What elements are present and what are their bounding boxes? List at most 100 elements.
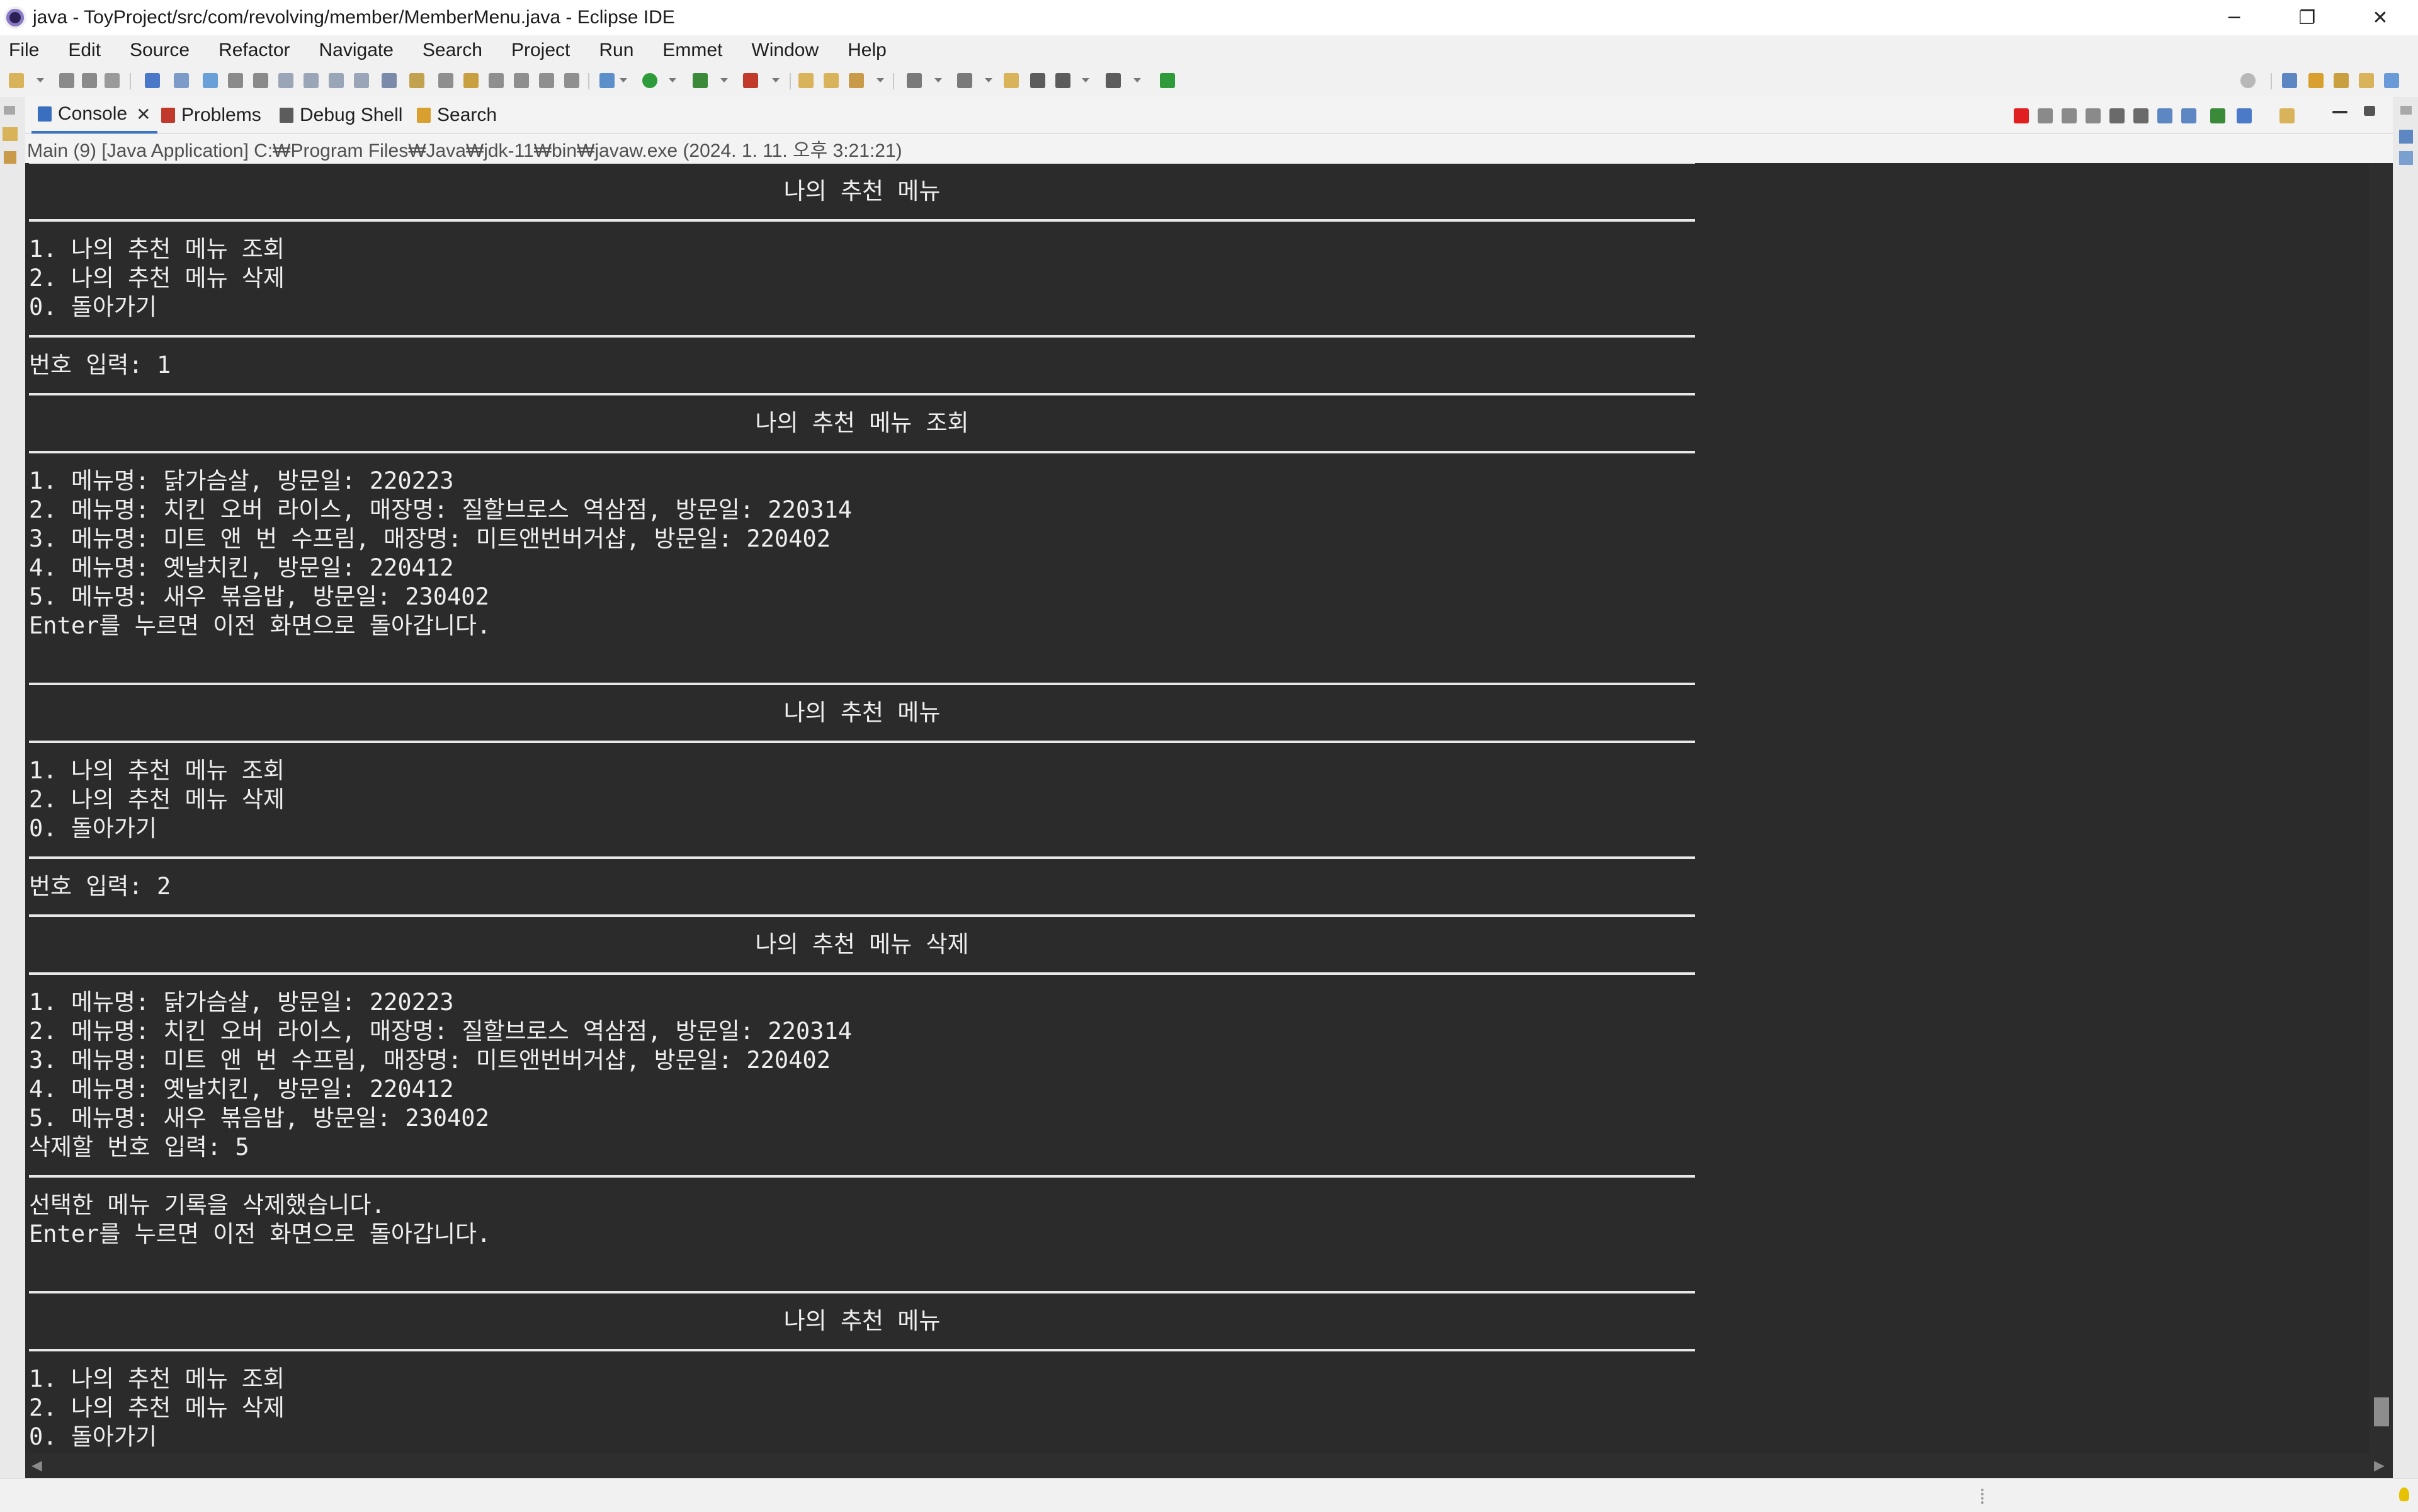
remove-all-terminated-icon[interactable] [2062,108,2077,123]
step-over-icon[interactable] [329,73,344,88]
show-whitespace-icon[interactable] [564,73,579,88]
vertical-scrollbar[interactable] [2369,163,2393,1453]
open-type-icon[interactable] [438,73,453,88]
scrollbar-thumb[interactable] [2374,1397,2389,1426]
resume-icon[interactable] [203,73,218,88]
menu-search[interactable]: Search [423,40,482,61]
menu-edit[interactable]: Edit [68,40,101,61]
save-icon[interactable] [59,73,74,88]
open-perspective-icon[interactable] [1160,73,1175,88]
debug-view-icon[interactable] [145,73,160,88]
java-browsing-perspective-icon[interactable] [2384,73,2399,88]
suspend-icon[interactable] [228,73,243,88]
tab-debug-shell[interactable]: Debug Shell [280,97,402,134]
eclipse-logo-icon [4,6,26,29]
horizontal-scrollbar[interactable]: ◀ ▶ [25,1453,2393,1478]
step-into-icon[interactable] [304,73,319,88]
show-on-stderr-icon[interactable] [2181,108,2196,123]
debug-icon[interactable] [599,73,615,88]
close-button[interactable]: ✕ [2344,0,2417,35]
forward-icon[interactable] [1106,73,1121,88]
menu-refactor[interactable]: Refactor [219,40,290,61]
tab-search[interactable]: Search [417,97,497,134]
back-dropdown-icon[interactable] [1082,78,1089,82]
disconnect-icon[interactable] [278,73,293,88]
scroll-lock-icon[interactable] [2109,108,2125,123]
menu-run[interactable]: Run [599,40,633,61]
tip-lightbulb-icon[interactable] [2399,1487,2409,1501]
back-history-icon[interactable] [1055,73,1070,88]
run-dropdown-icon[interactable] [669,78,676,82]
step-return-icon[interactable] [354,73,369,88]
debug-dropdown-icon[interactable] [620,78,627,82]
outline-view-icon[interactable] [2399,151,2413,165]
restore-icon[interactable] [2400,106,2412,115]
maximize-view-icon[interactable] [2364,106,2375,116]
maximize-button[interactable]: ❐ [2271,0,2344,35]
minimize-view-icon[interactable] [2332,111,2347,113]
terminate-toolbar-icon[interactable] [253,73,268,88]
new-icon[interactable] [9,73,24,88]
forward-dropdown-icon[interactable] [1133,78,1141,82]
menu-file[interactable]: File [9,40,39,61]
coverage-icon[interactable] [693,73,708,88]
separator-rule [29,163,1695,164]
pin-console-icon[interactable] [2210,108,2225,123]
external-tools-icon[interactable] [743,73,758,88]
clear-console-icon[interactable] [2086,108,2101,123]
debug-perspective-icon[interactable] [2334,73,2349,88]
back-icon[interactable] [1030,73,1045,88]
scroll-left-icon[interactable]: ◀ [31,1458,42,1474]
new-class-dropdown-icon[interactable] [877,78,884,82]
print-icon[interactable] [105,73,120,88]
save-all-icon[interactable] [82,73,97,88]
display-selected-console-icon[interactable] [2237,108,2252,123]
menu-navigate[interactable]: Navigate [319,40,394,61]
show-on-stdout-icon[interactable] [2157,108,2172,123]
remove-launch-icon[interactable] [2038,108,2053,123]
window-title: java - ToyProject/src/com/revolving/memb… [33,7,675,28]
menu-emmet[interactable]: Emmet [662,40,722,61]
outline-icon[interactable] [4,151,16,164]
open-perspective-button-icon[interactable] [2282,73,2297,88]
close-tab-icon[interactable]: ✕ [136,104,150,125]
console-output[interactable]: 나의 추천 메뉴 1. 나의 추천 메뉴 조회 2. 나의 추천 메뉴 삭제 0. 돌… [25,163,2369,1453]
coverage-dropdown-icon[interactable] [720,78,728,82]
toolbar-separator [130,73,131,89]
drop-to-frame-icon[interactable] [382,73,397,88]
tab-console[interactable]: Console ✕ [31,97,157,134]
task-list-icon[interactable] [2399,130,2413,144]
terminate-icon[interactable] [2014,108,2029,123]
word-wrap-console-icon[interactable] [2133,108,2148,123]
new-package-icon[interactable] [824,73,839,88]
last-edit-location-icon[interactable] [1004,73,1019,88]
annotation-dropdown-icon[interactable] [985,78,992,82]
skip-breakpoints-icon[interactable] [174,73,189,88]
new-dropdown-icon[interactable] [37,78,44,82]
new-java-project-icon[interactable] [798,73,814,88]
menu-window[interactable]: Window [751,40,819,61]
minimize-button[interactable]: ─ [2198,0,2271,35]
search-toolbar-icon[interactable] [2240,73,2256,88]
scroll-right-icon[interactable]: ▶ [2374,1458,2385,1474]
tab-problems[interactable]: Problems [161,97,261,134]
use-step-filters-icon[interactable] [409,73,424,88]
open-task-icon[interactable] [907,73,922,88]
annotation-icon[interactable] [957,73,972,88]
open-task-dropdown-icon[interactable] [934,78,942,82]
java-perspective-icon[interactable] [2359,73,2374,88]
menu-source[interactable]: Source [130,40,190,61]
java-ee-perspective-icon[interactable] [2308,73,2324,88]
package-explorer-icon[interactable] [3,127,18,141]
new-class-icon[interactable] [849,73,864,88]
toggle-mark-icon[interactable] [489,73,504,88]
toggle-highlight-icon[interactable] [463,73,479,88]
external-tools-dropdown-icon[interactable] [772,78,780,82]
menu-project[interactable]: Project [511,40,570,61]
restore-icon[interactable] [4,106,15,115]
open-console-icon[interactable] [2279,108,2295,123]
block-selection-icon[interactable] [514,73,529,88]
run-icon[interactable] [642,73,657,88]
word-wrap-icon[interactable] [539,73,554,88]
menu-help[interactable]: Help [848,40,887,61]
